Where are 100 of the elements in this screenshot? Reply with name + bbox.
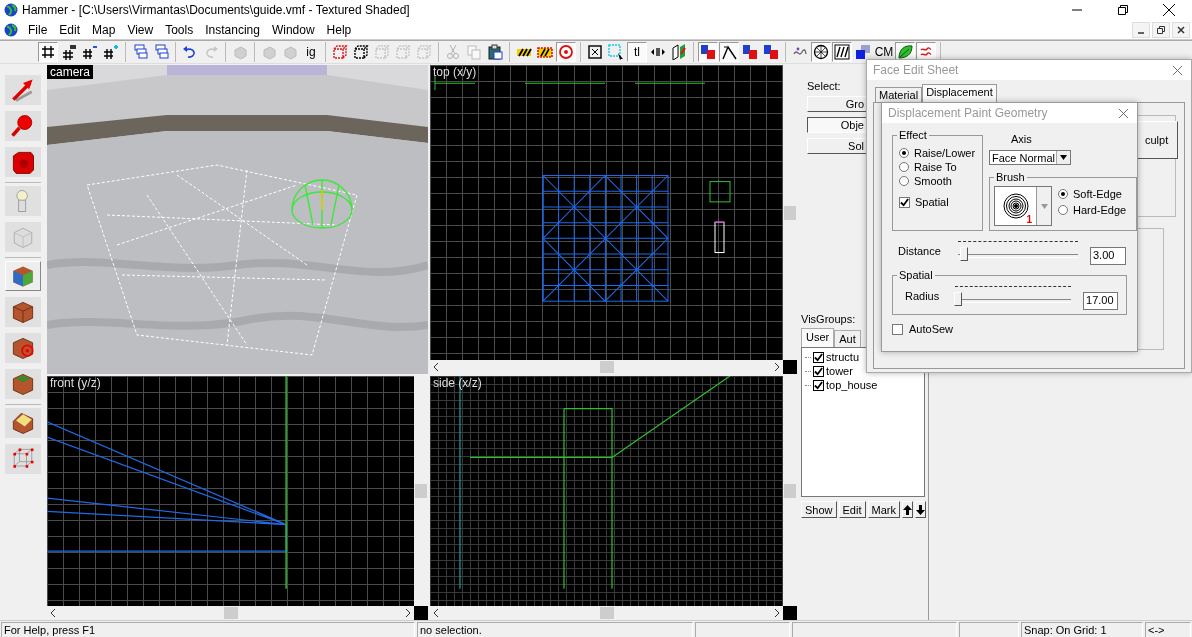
toolbar-button[interactable] (853, 42, 873, 62)
vertical-scrollbar[interactable] (783, 65, 797, 360)
menu-item[interactable]: View (121, 22, 160, 37)
visgroup-item[interactable]: structu (826, 351, 859, 363)
tab[interactable]: User (801, 328, 835, 347)
grid-viewport[interactable]: top (x/y) (430, 65, 797, 374)
scroll-left-icon[interactable] (432, 609, 440, 617)
checkbox[interactable] (892, 323, 903, 335)
checkbox[interactable] (813, 379, 824, 391)
close-icon[interactable] (1171, 64, 1183, 76)
axis-label: Axis (1011, 133, 1033, 145)
horizontal-scrollbar[interactable] (430, 606, 783, 620)
radio-button[interactable] (899, 162, 909, 172)
toolbar-button[interactable] (485, 42, 505, 62)
toolbar-button[interactable] (895, 42, 915, 62)
visgroup-item[interactable]: tower (826, 365, 853, 377)
select-mode-button[interactable]: Gro (807, 96, 866, 112)
globe-icon[interactable] (4, 22, 18, 37)
checkbox[interactable] (899, 196, 910, 208)
move-up-button[interactable] (901, 501, 913, 518)
radio-button[interactable] (1058, 205, 1068, 215)
distance-slider[interactable] (958, 239, 1078, 263)
horizontal-scrollbar[interactable] (47, 606, 414, 620)
tool-button[interactable] (5, 147, 41, 177)
scrollbar-thumb[interactable] (599, 361, 614, 373)
viewport-label[interactable]: camera (47, 65, 93, 79)
close-icon[interactable] (1117, 107, 1129, 119)
radius-slider[interactable] (955, 284, 1072, 308)
toolbar-button[interactable] (351, 42, 371, 62)
scrollbar-thumb[interactable] (784, 484, 796, 498)
menu-item[interactable]: Window (265, 22, 321, 37)
brush-preview[interactable]: 1 (994, 186, 1052, 226)
radio-button[interactable] (899, 148, 909, 158)
radio-button[interactable] (1058, 189, 1068, 199)
toolbar-button[interactable] (669, 42, 689, 62)
visgroup-button[interactable]: Mark (867, 501, 900, 518)
scroll-left-icon[interactable] (432, 363, 440, 371)
radius-field[interactable]: 17.00 (1083, 292, 1118, 310)
close-button[interactable] (1172, 21, 1190, 38)
restore-button[interactable] (1152, 21, 1170, 38)
viewport-label[interactable]: front (y/z) (47, 376, 104, 390)
menu-item[interactable]: Map (86, 22, 122, 37)
toolbar-button[interactable] (38, 42, 58, 62)
visgroup-item[interactable]: top_house (826, 379, 878, 391)
tab[interactable]: Displacement (922, 84, 997, 102)
slider-thumb[interactable] (953, 292, 962, 306)
vertical-scrollbar[interactable] (414, 376, 428, 606)
menu-item[interactable]: Instancing (199, 22, 266, 37)
tool-button[interactable] (5, 369, 41, 399)
toolbar-button[interactable] (740, 42, 760, 62)
vertical-scrollbar[interactable] (783, 376, 797, 606)
tool-button[interactable] (5, 111, 41, 141)
scroll-right-icon[interactable] (404, 609, 412, 617)
minimize-button[interactable] (1132, 21, 1150, 38)
menu-item[interactable]: Help (320, 22, 358, 37)
toolbar-button[interactable] (811, 42, 831, 62)
scroll-left-icon[interactable] (49, 609, 57, 617)
tool-button[interactable] (5, 297, 41, 327)
dropdown-caret-icon[interactable] (1060, 155, 1067, 160)
menu-item[interactable]: File (22, 22, 54, 37)
toolbar-button[interactable] (761, 42, 781, 62)
move-down-button[interactable] (914, 501, 926, 518)
tab[interactable]: Material (875, 87, 923, 102)
viewport-label[interactable]: top (x/y) (430, 65, 480, 79)
menu-item[interactable]: Edit (53, 22, 87, 37)
toolbar-button[interactable] (719, 42, 739, 62)
distance-field[interactable]: 3.00 (1090, 247, 1126, 265)
toolbar-button[interactable]: CM (874, 42, 894, 62)
camera-viewport[interactable]: camera (47, 65, 428, 374)
scrollbar-thumb[interactable] (784, 205, 796, 220)
grid-viewport[interactable]: front (y/z) (47, 376, 428, 620)
tool-button[interactable] (5, 75, 41, 105)
horizontal-scrollbar[interactable] (430, 360, 783, 374)
visgroup-button[interactable]: Edit (838, 501, 866, 518)
checkbox[interactable] (813, 351, 824, 363)
toolbar-button[interactable]: tl (627, 42, 647, 62)
tool-button[interactable] (5, 408, 41, 438)
checkbox[interactable] (813, 365, 824, 377)
tab[interactable]: Aut (834, 330, 861, 347)
visgroup-button[interactable]: Show (801, 501, 837, 518)
toolbar-button[interactable]: ig (301, 42, 321, 62)
select-mode-button[interactable]: Obje (807, 117, 866, 133)
scrollbar-thumb[interactable] (599, 607, 614, 619)
select-mode-button[interactable]: Sol (807, 138, 866, 154)
radio-button[interactable] (899, 176, 909, 186)
scroll-right-icon[interactable] (773, 609, 781, 617)
scrollbar-thumb[interactable] (223, 607, 238, 619)
menu-item[interactable]: Tools (159, 22, 200, 37)
tool-button[interactable] (5, 444, 41, 474)
slider-thumb[interactable] (960, 247, 968, 261)
grid-viewport[interactable]: side (x/z) (430, 376, 797, 620)
toolbar-button[interactable] (585, 42, 605, 62)
toolbar-button[interactable] (698, 42, 718, 62)
axis-dropdown[interactable]: Face Normal (989, 150, 1071, 165)
scrollbar-thumb[interactable] (415, 484, 427, 498)
toolbar-button[interactable] (832, 42, 852, 62)
viewport-label[interactable]: side (x/z) (430, 376, 485, 390)
scroll-right-icon[interactable] (773, 363, 781, 371)
tool-button[interactable] (5, 333, 41, 363)
toolbar-button[interactable] (101, 42, 121, 62)
